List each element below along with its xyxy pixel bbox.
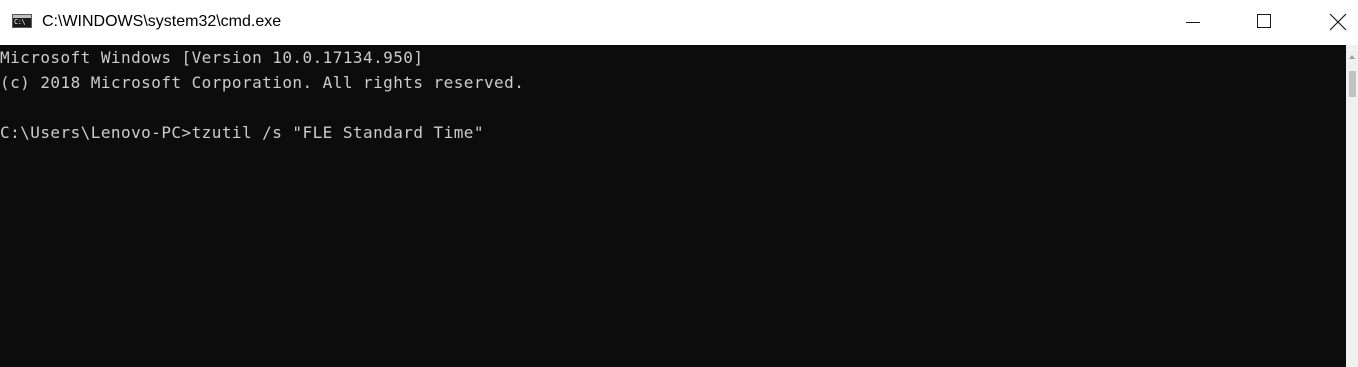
maximize-icon bbox=[1257, 14, 1271, 28]
title-bar[interactable]: C:\ C:\WINDOWS\system32\cmd.exe bbox=[0, 0, 1358, 45]
cmd-icon[interactable]: C:\ bbox=[12, 14, 32, 28]
cmd-icon-glyph: C:\ bbox=[14, 18, 26, 26]
minimize-button[interactable] bbox=[1154, 0, 1228, 45]
vertical-scrollbar[interactable] bbox=[1346, 45, 1358, 367]
console-output[interactable]: Microsoft Windows [Version 10.0.17134.95… bbox=[0, 45, 1346, 367]
close-button[interactable] bbox=[1302, 0, 1358, 45]
maximize-button[interactable] bbox=[1228, 0, 1302, 45]
close-icon bbox=[1329, 13, 1347, 31]
scroll-thumb[interactable] bbox=[1349, 71, 1356, 97]
scroll-up-arrow-icon[interactable] bbox=[1349, 55, 1355, 59]
window-title: C:\WINDOWS\system32\cmd.exe bbox=[42, 13, 282, 30]
console-command-line[interactable]: C:\Users\Lenovo-PC>tzutil /s "FLE Standa… bbox=[0, 123, 484, 143]
minimize-icon bbox=[1186, 22, 1200, 23]
cmd-window: C:\ C:\WINDOWS\system32\cmd.exe Microsof… bbox=[0, 0, 1358, 367]
console-line: (c) 2018 Microsoft Corporation. All righ… bbox=[0, 73, 525, 92]
console-line: Microsoft Windows [Version 10.0.17134.95… bbox=[0, 48, 424, 67]
